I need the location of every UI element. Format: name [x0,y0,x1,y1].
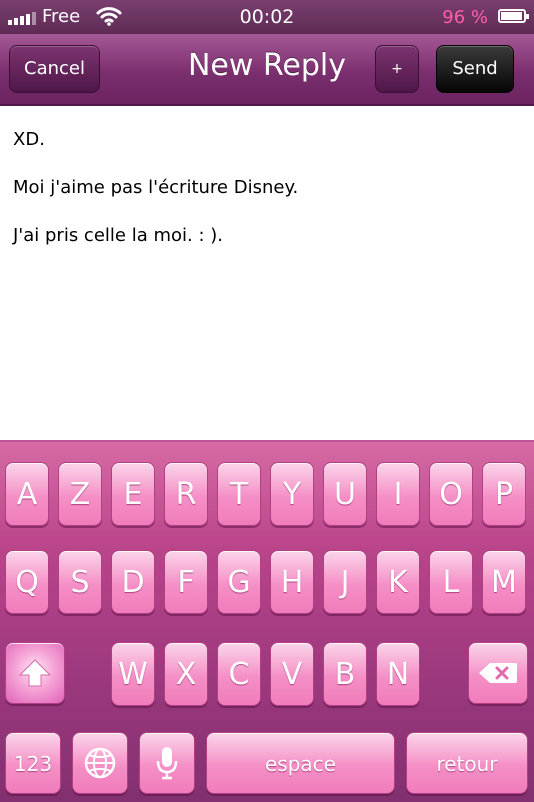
add-button[interactable]: + [375,45,419,93]
cancel-button[interactable]: Cancel [9,45,100,93]
keyboard: A Z E R T Y U I O P Q S D F G H J K L M … [0,440,534,802]
message-line: J'ai pris celle la moi. : ). [13,225,223,246]
key-x[interactable]: X [164,642,208,706]
key-d[interactable]: D [111,550,155,614]
key-c[interactable]: C [217,642,261,706]
key-u[interactable]: U [323,462,367,526]
battery-percentage: 96 % [442,7,488,28]
key-i[interactable]: I [376,462,420,526]
delete-key[interactable] [468,642,528,704]
key-j[interactable]: J [323,550,367,614]
shift-arrow-icon [18,659,52,687]
key-l[interactable]: L [429,550,473,614]
key-s[interactable]: S [58,550,102,614]
message-line: XD. [13,129,45,150]
key-m[interactable]: M [482,550,526,614]
key-b[interactable]: B [323,642,367,706]
message-body[interactable]: XD. Moi j'aime pas l'écriture Disney. J'… [13,124,518,248]
return-key[interactable]: retour [406,732,528,794]
page-title: New Reply [187,48,347,83]
globe-key[interactable] [72,732,128,794]
key-a[interactable]: A [5,462,49,526]
key-z[interactable]: Z [58,462,102,526]
key-r[interactable]: R [164,462,208,526]
key-e[interactable]: E [111,462,155,526]
key-f[interactable]: F [164,550,208,614]
key-g[interactable]: G [217,550,261,614]
microphone-icon [156,747,178,780]
microphone-key[interactable] [139,732,195,794]
key-p[interactable]: P [482,462,526,526]
battery-charging-icon [498,9,529,23]
key-t[interactable]: T [217,462,261,526]
key-n[interactable]: N [376,642,420,706]
key-v[interactable]: V [270,642,314,706]
key-q[interactable]: Q [5,550,49,614]
numbers-key[interactable]: 123 [5,732,61,794]
key-k[interactable]: K [376,550,420,614]
status-bar: Free 00:02 96 % [0,0,534,34]
nav-bar: Cancel New Reply + Send [0,34,534,106]
globe-icon [84,747,116,779]
backspace-icon [479,663,517,683]
shift-key[interactable] [5,642,65,704]
message-line: Moi j'aime pas l'écriture Disney. [13,177,299,198]
send-button[interactable]: Send [436,45,514,93]
space-key[interactable]: espace [206,732,395,794]
key-w[interactable]: W [111,642,155,706]
key-y[interactable]: Y [270,462,314,526]
key-o[interactable]: O [429,462,473,526]
key-h[interactable]: H [270,550,314,614]
